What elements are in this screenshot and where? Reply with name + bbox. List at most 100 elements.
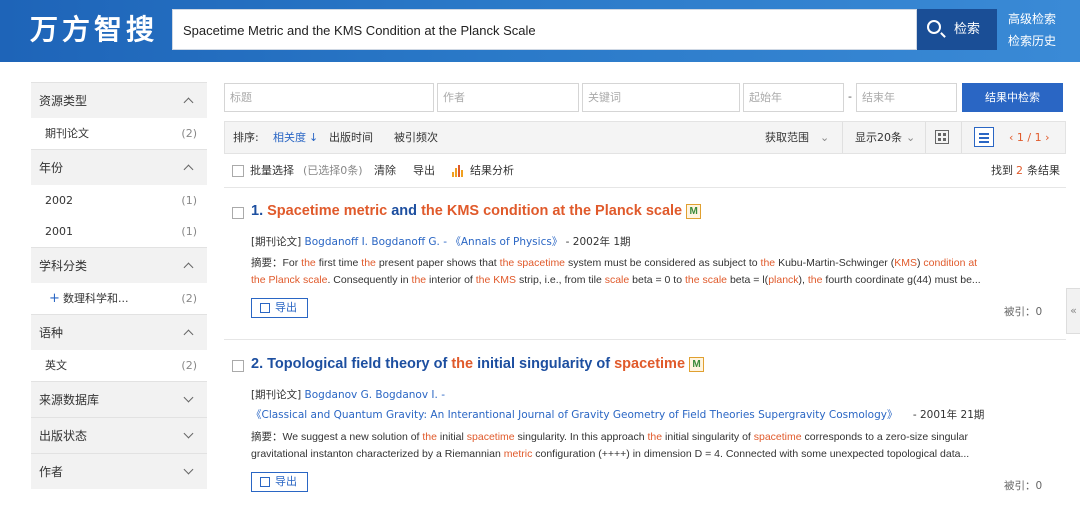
bar-chart-icon[interactable]: [452, 165, 466, 177]
result-title-link[interactable]: 2. Topological field theory of the initi…: [251, 356, 705, 372]
divider: [961, 122, 962, 153]
chevron-down-icon[interactable]: ⌄: [820, 122, 829, 153]
facet-title: 资源类型: [39, 94, 88, 108]
abstract-line: 摘要：We suggest a new solution of the init…: [251, 431, 968, 443]
chevron-down-icon[interactable]: ⌄: [906, 122, 915, 153]
found-suffix: 条结果: [1027, 164, 1060, 177]
facet-source-database[interactable]: 来源数据库: [31, 381, 207, 417]
facet-title: 作者: [39, 465, 64, 479]
search-button[interactable]: 检索: [917, 9, 997, 50]
chevron-down-icon[interactable]: [183, 428, 194, 439]
year-range-dash: -: [848, 90, 852, 103]
facet-item[interactable]: 英文 (2): [31, 350, 207, 381]
facet-item-count: (1): [181, 194, 197, 207]
plus-icon[interactable]: +: [49, 283, 60, 314]
result-title-link[interactable]: 1. Spacetime metric and the KMS conditio…: [251, 203, 702, 219]
sort-cited[interactable]: 被引频次: [394, 122, 438, 153]
cited-count: 被引：0: [1004, 306, 1043, 318]
abstract-line: the Planck scale. Consequently in the in…: [251, 274, 981, 286]
export-icon: [260, 477, 270, 487]
result-journal[interactable]: 《Annals of Physics》: [450, 236, 562, 248]
sort-label: 排序:: [233, 131, 259, 144]
export-button[interactable]: 导出: [413, 155, 435, 187]
result-journal[interactable]: 《Classical and Quantum Gravity: An Inter…: [251, 409, 897, 421]
clear-button[interactable]: 清除: [374, 155, 396, 187]
chevron-down-icon[interactable]: [183, 464, 194, 475]
export-label: 导出: [275, 475, 297, 488]
result-meta: [期刊论文] Bogdanov G. Bogdanov I. -: [251, 387, 445, 402]
m-badge-icon: M: [686, 204, 702, 219]
abstract-line: 摘要：For the first time the present paper …: [251, 257, 978, 269]
facet-item[interactable]: 2002 (1): [31, 185, 207, 216]
facet-item[interactable]: 2001 (1): [31, 216, 207, 247]
facet-item-count: (2): [181, 292, 197, 305]
result-authors[interactable]: Bogdanov G. Bogdanov I.: [305, 389, 438, 401]
search-in-results-button[interactable]: 结果中检索: [962, 83, 1063, 112]
result-analysis-button[interactable]: 结果分析: [470, 155, 514, 187]
found-prefix: 找到: [991, 164, 1013, 177]
facet-item-count: (1): [181, 225, 197, 238]
facet-item-label: 2002: [45, 194, 73, 207]
facet-item-label: 英文: [45, 359, 67, 372]
chevron-up-icon[interactable]: [183, 329, 194, 340]
result-date: - 2001年 21期: [912, 409, 985, 421]
sort-pub-time[interactable]: 出版时间: [329, 122, 373, 153]
facet-publication-status[interactable]: 出版状态: [31, 417, 207, 453]
end-year-input[interactable]: 结束年: [856, 83, 957, 112]
facet-language[interactable]: 语种: [31, 314, 207, 350]
result-abstract: 摘要：For the first time the present paper …: [251, 255, 1046, 289]
per-page-dropdown[interactable]: 显示20条: [855, 122, 902, 153]
divider: [842, 122, 843, 153]
sort-toolbar: 排序: 相关度 ↓ 出版时间 被引频次 获取范围 ⌄ 显示20条 ⌄ ‹ 1 /…: [224, 121, 1066, 154]
advanced-search-link[interactable]: 高级检索: [1008, 10, 1056, 27]
facet-item-label: 数理科学和...: [63, 292, 129, 305]
pagination[interactable]: ‹ 1 / 1 ›: [1009, 122, 1050, 153]
divider: [925, 122, 926, 153]
author-filter-input[interactable]: 作者: [437, 83, 579, 112]
collapse-panel-icon[interactable]: «: [1066, 288, 1080, 334]
chevron-up-icon[interactable]: [183, 262, 194, 273]
facet-item[interactable]: + 数理科学和... (2): [31, 283, 207, 314]
top-header: 万方智搜 Spacetime Metric and the KMS Condit…: [0, 0, 1080, 62]
facet-item[interactable]: 期刊论文 (2): [31, 118, 207, 149]
search-input[interactable]: Spacetime Metric and the KMS Condition a…: [172, 9, 917, 50]
facet-item-label: 期刊论文: [45, 127, 89, 140]
site-logo[interactable]: 万方智搜: [30, 10, 158, 50]
search-history-link[interactable]: 检索历史: [1008, 32, 1056, 49]
result-checkbox[interactable]: [232, 360, 244, 372]
batch-select-label[interactable]: 批量选择: [250, 155, 294, 187]
title-filter-input[interactable]: 标题: [224, 83, 434, 112]
journal-sep: -: [441, 389, 445, 401]
result-type: [期刊论文]: [251, 236, 302, 248]
chevron-down-icon[interactable]: [183, 392, 194, 403]
facet-year[interactable]: 年份: [31, 149, 207, 185]
sort-arrow-icon: ↓: [309, 131, 319, 144]
grid-view-icon[interactable]: [935, 130, 949, 144]
facet-sidebar: 资源类型 期刊论文 (2) 年份 2002 (1) 2001 (1) 学科分类 …: [31, 82, 207, 489]
keyword-filter-input[interactable]: 关键词: [582, 83, 740, 112]
result-checkbox[interactable]: [232, 207, 244, 219]
chevron-up-icon[interactable]: [183, 97, 194, 108]
result-abstract: 摘要：We suggest a new solution of the init…: [251, 429, 1046, 463]
selected-count: (已选择0条): [303, 164, 363, 177]
facet-resource-type[interactable]: 资源类型: [31, 82, 207, 118]
result-export-button[interactable]: 导出: [251, 298, 308, 318]
search-query-text[interactable]: Spacetime Metric and the KMS Condition a…: [183, 10, 536, 51]
chevron-up-icon[interactable]: [183, 164, 194, 175]
scope-dropdown[interactable]: 获取范围: [765, 122, 809, 153]
facet-author[interactable]: 作者: [31, 453, 207, 489]
facet-title: 出版状态: [39, 429, 88, 443]
start-year-placeholder: 起始年: [749, 91, 782, 104]
divider: [224, 339, 1066, 340]
facet-subject[interactable]: 学科分类: [31, 247, 207, 283]
list-view-icon[interactable]: [974, 127, 994, 147]
start-year-input[interactable]: 起始年: [743, 83, 844, 112]
facet-item-count: (2): [181, 359, 197, 372]
result-authors[interactable]: Bogdanoff I. Bogdanoff G.: [305, 236, 440, 248]
select-all-checkbox[interactable]: [232, 165, 244, 177]
facet-title: 语种: [39, 326, 64, 340]
search-icon: [927, 20, 941, 34]
sort-relevance[interactable]: 相关度: [273, 122, 306, 153]
abstract-line: gravitational instanton characterized by…: [251, 448, 970, 460]
result-export-button[interactable]: 导出: [251, 472, 308, 492]
